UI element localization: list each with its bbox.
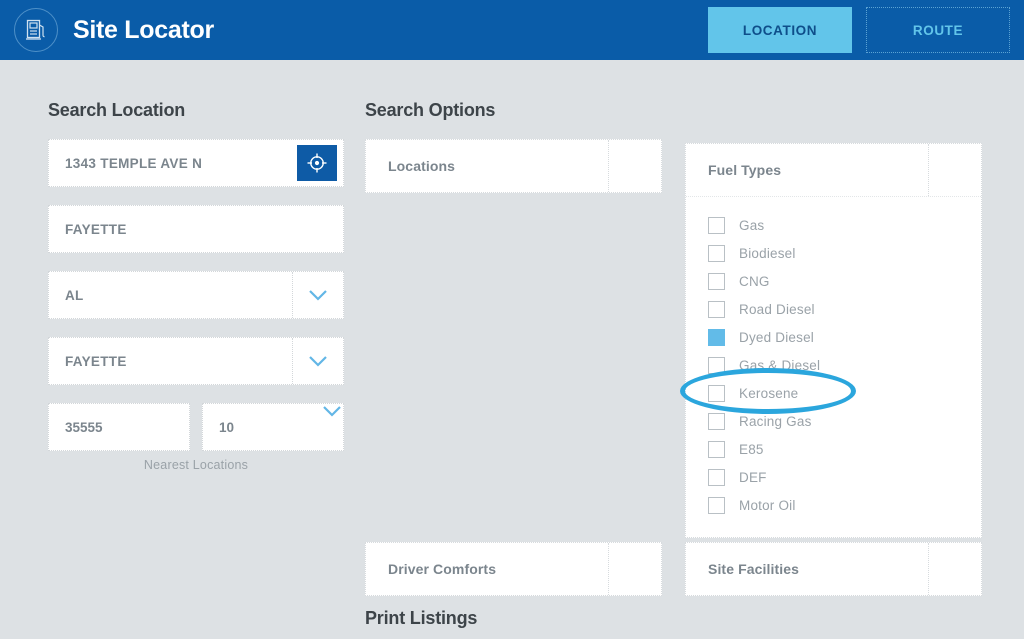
driver-comforts-accordion-label: Driver Comforts (366, 543, 608, 595)
fuel-type-row[interactable]: E85 (686, 435, 981, 463)
county-select-value[interactable]: FAYETTE (49, 338, 292, 384)
nearest-count-value[interactable]: 10 (203, 404, 321, 450)
checkbox-icon[interactable] (708, 469, 725, 486)
fuel-pump-icon (14, 8, 58, 52)
app-header: Site Locator LOCATION ROUTE (0, 0, 1024, 60)
checkbox-icon[interactable] (708, 217, 725, 234)
address-input[interactable]: 1343 TEMPLE AVE N (49, 140, 297, 186)
site-facilities-accordion[interactable]: Site Facilities (685, 542, 982, 596)
fuel-type-row[interactable]: CNG (686, 267, 981, 295)
page-title: Site Locator (73, 16, 214, 45)
chevron-down-icon[interactable] (292, 272, 343, 318)
fuel-types-accordion-label: Fuel Types (686, 144, 928, 196)
locations-accordion[interactable]: Locations (365, 139, 662, 193)
zip-and-count-row: 35555 10 (48, 403, 344, 451)
site-facilities-accordion-header[interactable]: Site Facilities (686, 543, 981, 595)
fuel-type-row[interactable]: Gas & Diesel (686, 351, 981, 379)
city-input[interactable]: FAYETTE (49, 206, 343, 252)
chevron-down-icon[interactable] (292, 338, 343, 384)
checkbox-icon[interactable] (708, 441, 725, 458)
driver-comforts-accordion[interactable]: Driver Comforts (365, 542, 662, 596)
fuel-types-accordion-header[interactable]: Fuel Types (686, 144, 981, 196)
city-field-row[interactable]: FAYETTE (48, 205, 344, 253)
page-body: Search Location 1343 TEMPLE AVE N FAYETT… (0, 60, 1024, 639)
site-facilities-accordion-label: Site Facilities (686, 543, 928, 595)
fuel-type-label: Gas (739, 218, 764, 233)
fuel-type-label: Racing Gas (739, 414, 812, 429)
route-tab-button[interactable]: ROUTE (866, 7, 1010, 53)
print-listings-heading: Print Listings (365, 608, 477, 629)
chevron-down-icon[interactable] (321, 404, 343, 450)
fuel-type-label: Road Diesel (739, 302, 815, 317)
fuel-type-row[interactable]: DEF (686, 463, 981, 491)
checkbox-icon[interactable] (708, 385, 725, 402)
checkbox-icon[interactable] (708, 497, 725, 514)
fuel-type-row[interactable]: Dyed Diesel (686, 323, 981, 351)
driver-comforts-accordion-toggle[interactable] (608, 543, 661, 595)
fuel-types-list: Gas Biodiesel CNG Road Diesel Dyed Diesel Gas… (686, 196, 981, 537)
fuel-type-row[interactable]: Kerosene (686, 379, 981, 407)
nearest-count-select[interactable]: 10 (202, 403, 344, 451)
fuel-type-label: DEF (739, 470, 767, 485)
fuel-type-row[interactable]: Biodiesel (686, 239, 981, 267)
brand: Site Locator (14, 8, 214, 52)
checkbox-icon[interactable] (708, 301, 725, 318)
search-location-column: Search Location 1343 TEMPLE AVE N FAYETT… (48, 60, 344, 472)
fuel-type-label: Biodiesel (739, 246, 796, 261)
search-options-column: Search Options Locations (365, 60, 662, 193)
checkbox-icon[interactable] (708, 273, 725, 290)
crosshair-locate-icon[interactable] (297, 145, 337, 181)
state-select-value[interactable]: AL (49, 272, 292, 318)
fuel-types-accordion[interactable]: Fuel Types Gas Biodiesel CNG Road Diesel Dye… (685, 143, 982, 538)
locations-accordion-toggle[interactable] (608, 140, 661, 192)
checkbox-icon[interactable] (708, 357, 725, 374)
driver-comforts-accordion-header[interactable]: Driver Comforts (366, 543, 661, 595)
fuel-type-label: Gas & Diesel (739, 358, 820, 373)
fuel-types-accordion-toggle[interactable] (928, 144, 981, 196)
fuel-type-label: E85 (739, 442, 764, 457)
address-field-row[interactable]: 1343 TEMPLE AVE N (48, 139, 344, 187)
search-location-heading: Search Location (48, 100, 344, 121)
checkbox-icon[interactable] (708, 245, 725, 262)
checkbox-icon[interactable] (708, 413, 725, 430)
zip-input[interactable]: 35555 (48, 403, 190, 451)
location-tab-button[interactable]: LOCATION (708, 7, 852, 53)
nearest-locations-label: Nearest Locations (48, 458, 344, 472)
locations-accordion-label: Locations (366, 140, 608, 192)
locations-accordion-header[interactable]: Locations (366, 140, 661, 192)
fuel-type-label: Kerosene (739, 386, 798, 401)
state-select-row[interactable]: AL (48, 271, 344, 319)
fuel-type-label: Motor Oil (739, 498, 796, 513)
fuel-type-label: CNG (739, 274, 770, 289)
fuel-type-label: Dyed Diesel (739, 330, 814, 345)
checkbox-icon[interactable] (708, 329, 725, 346)
site-facilities-accordion-toggle[interactable] (928, 543, 981, 595)
search-options-heading: Search Options (365, 100, 662, 121)
fuel-type-row[interactable]: Gas (686, 211, 981, 239)
fuel-type-row[interactable]: Racing Gas (686, 407, 981, 435)
fuel-type-row[interactable]: Motor Oil (686, 491, 981, 519)
fuel-type-row[interactable]: Road Diesel (686, 295, 981, 323)
county-select-row[interactable]: FAYETTE (48, 337, 344, 385)
header-actions: LOCATION ROUTE (708, 7, 1010, 53)
